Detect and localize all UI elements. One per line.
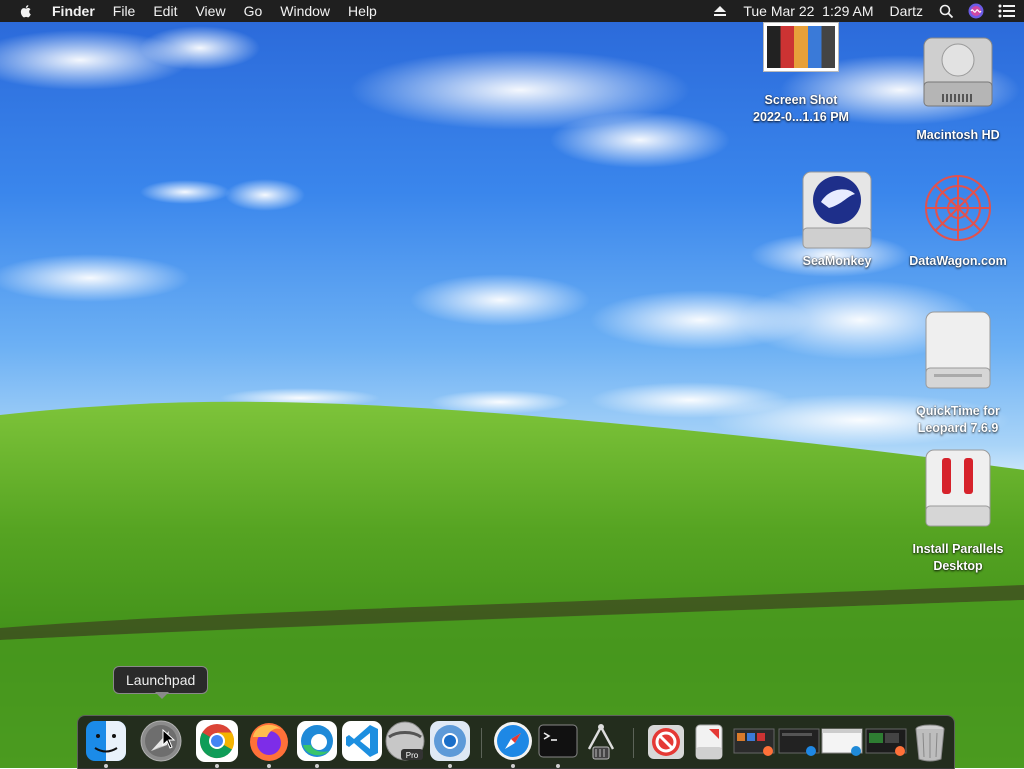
desktop-item-quicktime[interactable]: QuickTime for Leopard 7.6.9 (903, 308, 1013, 437)
safari-icon (494, 722, 532, 760)
desktop-item-label: Macintosh HD (916, 128, 1000, 142)
control-center-icon[interactable] (998, 4, 1016, 18)
firefox-icon (250, 723, 288, 761)
dock-window-4[interactable] (864, 719, 908, 763)
wallpaper-art (0, 26, 1024, 768)
menu-go[interactable]: Go (235, 0, 272, 22)
desktop-item-label: Screen Shot 2022-0...1.16 PM (753, 93, 849, 124)
menu-help[interactable]: Help (339, 0, 386, 22)
disk-image-icon (925, 311, 991, 389)
desktop-item-macintosh-hd[interactable]: Macintosh HD (903, 30, 1013, 144)
dock-disk-utility-pro[interactable]: Pro (383, 719, 427, 763)
chromium-icon (430, 721, 470, 761)
dock-installer[interactable] (687, 719, 731, 763)
window-thumbnail-icon (733, 728, 775, 756)
edge-icon (297, 721, 337, 761)
desktop-item-seamonkey[interactable]: SeaMonkey (782, 168, 892, 270)
dock-no-entry[interactable] (644, 719, 688, 763)
running-indicator (104, 764, 108, 768)
terminal-icon (538, 724, 578, 758)
dock-separator (481, 728, 482, 758)
menu-window[interactable]: Window (271, 0, 339, 22)
seamonkey-disk-icon (802, 171, 872, 249)
menu-edit[interactable]: Edit (144, 0, 186, 22)
eject-icon[interactable] (713, 5, 727, 17)
desktop-item-parallels[interactable]: Install Parallels Desktop (903, 446, 1013, 575)
window-thumbnail-icon (821, 728, 863, 756)
menu-app-finder[interactable]: Finder (43, 0, 104, 22)
menu-file[interactable]: File (104, 0, 145, 22)
dock-system-information[interactable] (579, 719, 623, 763)
desktop-item-label: Install Parallels Desktop (912, 542, 1004, 573)
dock-window-2[interactable] (777, 719, 821, 763)
desktop-item-label: SeaMonkey (802, 254, 872, 268)
dock-finder[interactable] (84, 719, 128, 763)
dock-chromium[interactable] (428, 719, 472, 763)
running-indicator (267, 764, 271, 768)
dock-separator (633, 728, 634, 758)
dock-terminal[interactable] (536, 719, 580, 763)
desktop-item-screenshot[interactable]: Screen Shot 2022-0...1.16 PM (746, 22, 856, 126)
apple-menu-icon[interactable] (18, 3, 34, 19)
finder-icon (86, 721, 126, 761)
window-thumbnail-icon (865, 728, 907, 756)
svg-text:Pro: Pro (406, 751, 419, 760)
running-indicator (556, 764, 560, 768)
running-indicator (448, 764, 452, 768)
trash-icon (915, 724, 945, 762)
menu-bar: Finder File Edit View Go Window Help Tue… (0, 0, 1024, 22)
mouse-cursor-icon (162, 729, 176, 749)
menubar-user[interactable]: Dartz (890, 3, 923, 19)
dock: Pro (77, 715, 955, 769)
dock-window-1[interactable] (732, 719, 776, 763)
search-icon[interactable] (939, 4, 954, 19)
parallels-disk-icon (925, 449, 991, 527)
desktop-wallpaper (0, 0, 1024, 768)
datawagon-icon (925, 175, 991, 241)
running-indicator (511, 764, 515, 768)
disk-utility-pro-icon: Pro (385, 721, 425, 761)
dock-visual-studio-code[interactable] (340, 719, 384, 763)
running-indicator (215, 764, 219, 768)
dock-microsoft-edge[interactable] (295, 719, 339, 763)
dock-safari[interactable] (491, 719, 535, 763)
vscode-icon (342, 721, 382, 761)
desktop-item-label: QuickTime for Leopard 7.6.9 (916, 404, 1000, 435)
dock-tooltip: Launchpad (113, 666, 209, 694)
hard-drive-icon (923, 37, 993, 107)
desktop-item-label: DataWagon.com (909, 254, 1007, 268)
dock-launchpad[interactable] (139, 719, 183, 763)
running-indicator (315, 764, 319, 768)
dock-google-chrome[interactable] (195, 719, 239, 763)
no-entry-icon (648, 725, 684, 759)
dock-trash[interactable] (908, 719, 952, 763)
screenshot-thumbnail-icon (763, 22, 839, 72)
system-information-icon (587, 724, 615, 760)
menubar-clock[interactable]: Tue Mar 22 1:29 AM (743, 3, 873, 19)
window-thumbnail-icon (778, 728, 820, 756)
installer-icon (695, 724, 723, 760)
tooltip-tail (155, 692, 169, 699)
launchpad-icon (140, 720, 182, 762)
dock-firefox[interactable] (247, 719, 291, 763)
menu-view[interactable]: View (186, 0, 234, 22)
siri-icon[interactable] (968, 3, 984, 19)
chrome-icon (196, 720, 238, 762)
dock-window-3[interactable] (820, 719, 864, 763)
desktop-item-datawagon[interactable]: DataWagon.com (903, 168, 1013, 270)
